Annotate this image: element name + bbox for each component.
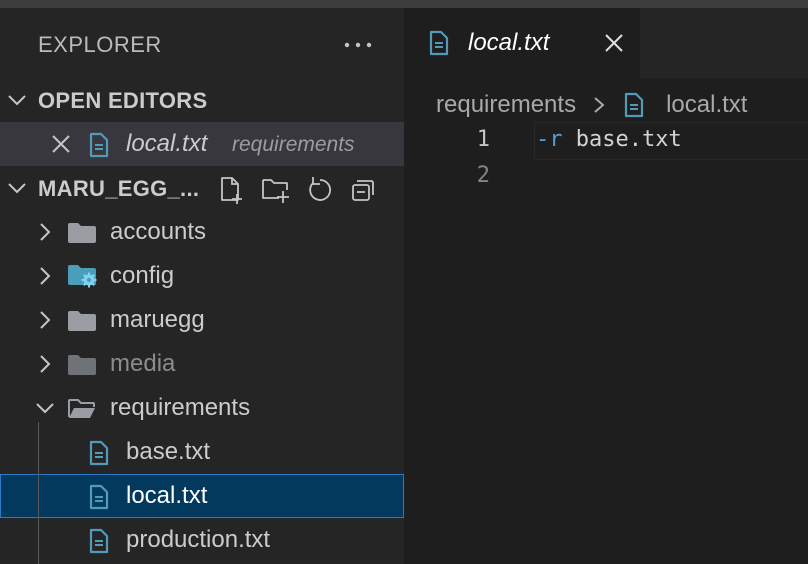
new-file-icon[interactable] xyxy=(217,176,247,204)
project-section-header[interactable]: MARU_EGG_... xyxy=(0,166,404,210)
more-actions-icon[interactable] xyxy=(343,40,373,50)
indent-guide xyxy=(38,422,39,564)
tree-item-label: base.txt xyxy=(126,438,211,465)
chevron-down-icon xyxy=(36,403,54,414)
chevron-right-icon xyxy=(40,267,51,285)
breadcrumb-folder[interactable]: requirements xyxy=(436,91,576,119)
tree-item-maruegg[interactable]: maruegg xyxy=(0,298,404,342)
tree-item-label: media xyxy=(110,350,176,377)
folder-icon xyxy=(68,311,96,331)
chevron-right-icon xyxy=(40,223,51,241)
open-editor-description: requirements xyxy=(232,133,355,156)
folder-icon xyxy=(68,223,96,243)
open-editor-name: local.txt xyxy=(126,130,208,157)
title-bar-strip xyxy=(0,0,808,8)
close-icon[interactable] xyxy=(50,133,72,155)
tree-item-label: local.txt xyxy=(126,482,208,509)
tree-item-accounts[interactable]: accounts xyxy=(0,210,404,254)
collapse-all-icon[interactable] xyxy=(349,176,379,204)
file-text-icon xyxy=(89,132,109,158)
editor-area: local.txt requirements local.txt 1 -r ba… xyxy=(404,8,808,564)
code-line[interactable]: -r base.txt xyxy=(536,127,682,152)
line-number: 2 xyxy=(476,163,490,188)
tab-local-txt[interactable]: local.txt xyxy=(404,8,640,78)
tree-item-production-txt[interactable]: production.txt xyxy=(0,518,404,562)
tree-item-media[interactable]: media xyxy=(0,342,404,386)
chevron-down-icon xyxy=(8,95,26,106)
file-text-icon xyxy=(89,440,109,466)
tree-item-base-txt[interactable]: base.txt xyxy=(0,430,404,474)
new-folder-icon[interactable] xyxy=(261,176,291,204)
open-editor-item[interactable]: local.txt requirements xyxy=(0,122,404,166)
breadcrumb: requirements local.txt xyxy=(436,90,747,120)
project-actions xyxy=(217,176,379,204)
explorer-title: EXPLORER xyxy=(38,32,162,57)
breadcrumb-file[interactable]: local.txt xyxy=(666,91,747,119)
chevron-down-icon xyxy=(8,183,26,194)
file-text-icon xyxy=(429,30,449,56)
tab-bar: local.txt xyxy=(404,8,808,78)
tree-item-label: requirements xyxy=(110,394,251,421)
tree-item-label: production.txt xyxy=(126,526,271,553)
tree-item-label: accounts xyxy=(110,218,207,245)
open-editors-section-header[interactable]: OPEN EDITORS xyxy=(0,78,404,122)
tree-item-label: maruegg xyxy=(110,306,205,333)
project-name: MARU_EGG_... xyxy=(38,176,200,201)
folder-icon xyxy=(68,355,96,375)
code-text: base.txt xyxy=(562,127,682,152)
tree-item-config[interactable]: config xyxy=(0,254,404,298)
chevron-right-icon xyxy=(40,311,51,329)
chevron-right-icon xyxy=(594,96,605,113)
code-flag: -r xyxy=(536,127,563,152)
tree-item-local-txt[interactable]: local.txt xyxy=(0,474,404,518)
file-text-icon xyxy=(625,92,644,117)
explorer-sidebar: EXPLORER OPEN EDITORS local.txt requirem… xyxy=(0,8,404,564)
tree-item-label: config xyxy=(110,262,175,289)
config-folder-icon xyxy=(68,265,97,288)
tab-label: local.txt xyxy=(468,29,550,56)
tree-item-requirements[interactable]: requirements xyxy=(0,386,404,430)
folder-open-icon xyxy=(68,399,95,418)
line-number: 1 xyxy=(476,127,490,152)
refresh-icon[interactable] xyxy=(305,176,335,204)
file-text-icon xyxy=(89,528,109,554)
open-editors-label: OPEN EDITORS xyxy=(38,88,208,113)
file-text-icon xyxy=(89,484,109,510)
close-icon[interactable] xyxy=(604,33,624,53)
chevron-right-icon xyxy=(40,355,51,373)
